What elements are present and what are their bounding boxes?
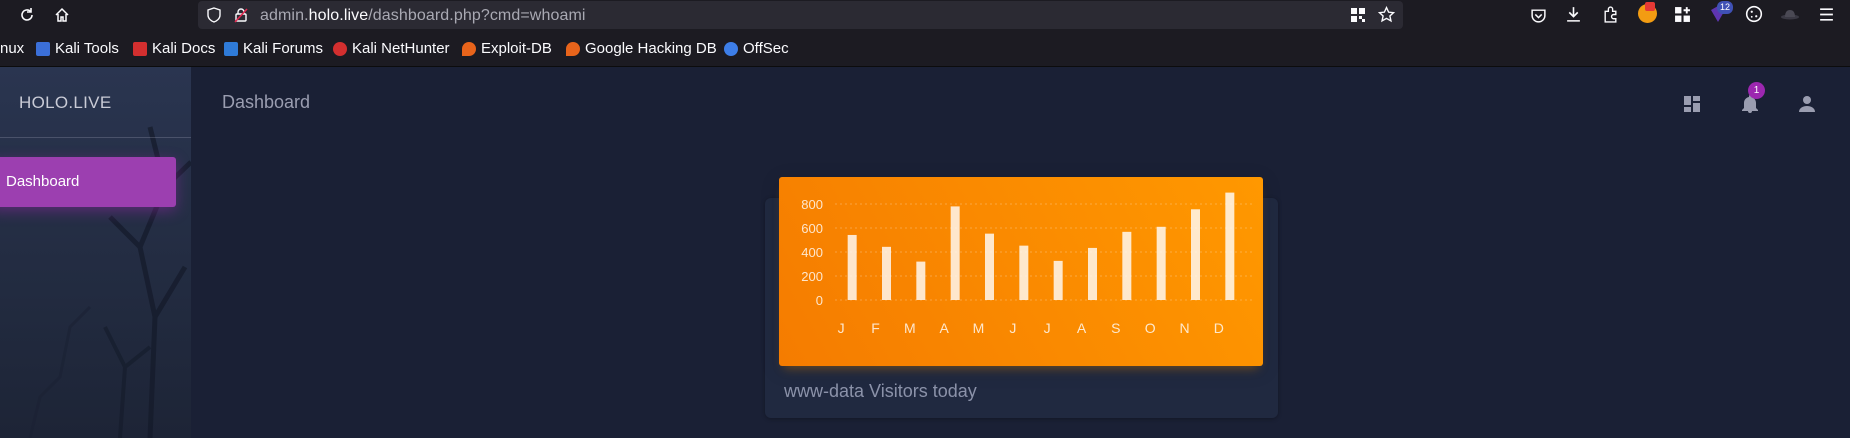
url-prefix: admin. <box>260 7 309 24</box>
x-tick-label: S <box>1111 320 1120 336</box>
shield-icon[interactable] <box>206 7 222 23</box>
y-tick-label: 600 <box>801 221 823 236</box>
chart-bar <box>1088 247 1097 300</box>
chart-bar <box>916 261 926 300</box>
reload-icon[interactable] <box>16 4 38 26</box>
offsec-icon <box>724 41 738 56</box>
y-tick-label: 0 <box>816 293 823 308</box>
chart-bar <box>847 234 857 300</box>
notification-badge: 1 <box>1748 82 1765 99</box>
cookie-icon[interactable] <box>1745 5 1763 23</box>
x-tick-label: J <box>1044 320 1051 336</box>
pocket-icon[interactable] <box>1530 7 1547 24</box>
chart-bar <box>1019 245 1029 300</box>
bookmark-label: Kali Forums <box>243 40 324 57</box>
chart-bar <box>950 206 960 300</box>
chart-bar <box>985 233 994 300</box>
bookmark-label: Kali NetHunter <box>352 40 450 57</box>
bookmark-star-icon[interactable] <box>1378 6 1395 23</box>
x-tick-label: N <box>1179 320 1189 336</box>
x-tick-label: M <box>973 320 985 336</box>
chart-bar <box>1156 226 1166 300</box>
kali-docs-icon <box>133 41 147 56</box>
extensions-icon[interactable] <box>1602 6 1619 23</box>
sidebar-divider <box>0 137 191 138</box>
bookmark-item[interactable]: Kali Forums <box>224 40 323 57</box>
user-profile-icon[interactable] <box>1795 92 1819 116</box>
google-hacking-db-icon <box>566 41 580 56</box>
x-tick-label: O <box>1145 320 1156 336</box>
extension-cookie-icon[interactable] <box>1638 2 1657 23</box>
insecure-lock-icon[interactable] <box>233 7 249 23</box>
sidebar-item-dashboard[interactable]: Dashboard <box>0 157 176 207</box>
browser-toolbar: admin.holo.live/dashboard.php?cmd=whoami… <box>0 0 1850 30</box>
download-icon[interactable] <box>1565 6 1582 23</box>
apps-grid-icon[interactable] <box>1674 6 1691 23</box>
x-tick-label: A <box>1077 320 1087 336</box>
kali-nethunter-icon <box>333 41 347 56</box>
kali-tools-icon <box>36 41 50 56</box>
bookmark-label: OffSec <box>743 40 789 57</box>
exploit-db-icon <box>462 41 476 56</box>
bookmark-label: nux <box>0 40 25 57</box>
x-tick-label: M <box>904 320 916 336</box>
kali-forums-icon <box>224 41 238 56</box>
x-tick-label: F <box>871 320 880 336</box>
chart-bar <box>1225 192 1235 300</box>
bookmark-item[interactable]: Kali Tools <box>36 40 119 57</box>
url-field[interactable]: admin.holo.live/dashboard.php?cmd=whoami <box>198 1 1403 29</box>
bookmark-item[interactable]: Google Hacking DB <box>566 40 717 57</box>
x-tick-label: J <box>838 320 845 336</box>
bookmark-item[interactable]: Exploit-DB <box>462 40 552 57</box>
home-icon[interactable] <box>51 4 73 26</box>
x-tick-label: A <box>939 320 949 336</box>
y-tick-label: 400 <box>801 245 823 260</box>
dashboard-icon[interactable] <box>1680 92 1704 116</box>
bookmark-label: Exploit-DB <box>481 40 552 57</box>
extension-shield-icon[interactable]: 12 <box>1708 1 1733 24</box>
card-footer-text: www-data Visitors today <box>784 381 977 401</box>
chart-bar <box>1053 260 1063 300</box>
bookmark-label: Kali Docs <box>152 40 216 57</box>
extension-badge: 12 <box>1717 1 1733 14</box>
menu-icon[interactable] <box>1818 6 1835 23</box>
chart-card-header: 800 600 400 200 0 J F M A M J J A S O N D <box>779 177 1263 366</box>
bookmark-label: Kali Tools <box>55 40 119 57</box>
bookmark-item[interactable]: Kali NetHunter <box>333 40 450 57</box>
chart-bar <box>882 246 891 300</box>
bookmarks-toolbar: nux Kali Tools Kali Docs Kali Forums Kal… <box>0 30 1850 67</box>
url-host: holo.live <box>308 7 369 24</box>
bookmark-label: Google Hacking DB <box>585 40 717 57</box>
sidebar-item-label: Dashboard <box>6 173 80 190</box>
chart-bar <box>1122 231 1132 300</box>
x-tick-label: J <box>1009 320 1016 336</box>
qr-code-icon[interactable] <box>1350 7 1366 23</box>
bookmark-item[interactable]: Kali Docs <box>133 40 215 57</box>
visitors-bar-chart: 8006004002000J F M A M J J A S O N D <box>801 192 1255 336</box>
sidebar: HOLO.LIVE Dashboard <box>0 67 191 438</box>
sidebar-background-image <box>28 126 191 438</box>
y-tick-label: 800 <box>801 197 823 212</box>
chart-bar <box>1191 209 1200 300</box>
bookmark-item[interactable]: OffSec <box>724 40 789 57</box>
bookmark-item[interactable]: nux <box>0 40 24 57</box>
brand-logo-text[interactable]: HOLO.LIVE <box>19 93 111 113</box>
url-text: admin.holo.live/dashboard.php?cmd=whoami <box>260 7 586 25</box>
y-tick-label: 200 <box>801 269 823 284</box>
page-title[interactable]: Dashboard <box>222 92 310 113</box>
url-path: /dashboard.php?cmd=whoami <box>368 7 586 24</box>
incognito-hat-icon[interactable] <box>1780 7 1800 23</box>
x-tick-label: D <box>1214 320 1224 336</box>
